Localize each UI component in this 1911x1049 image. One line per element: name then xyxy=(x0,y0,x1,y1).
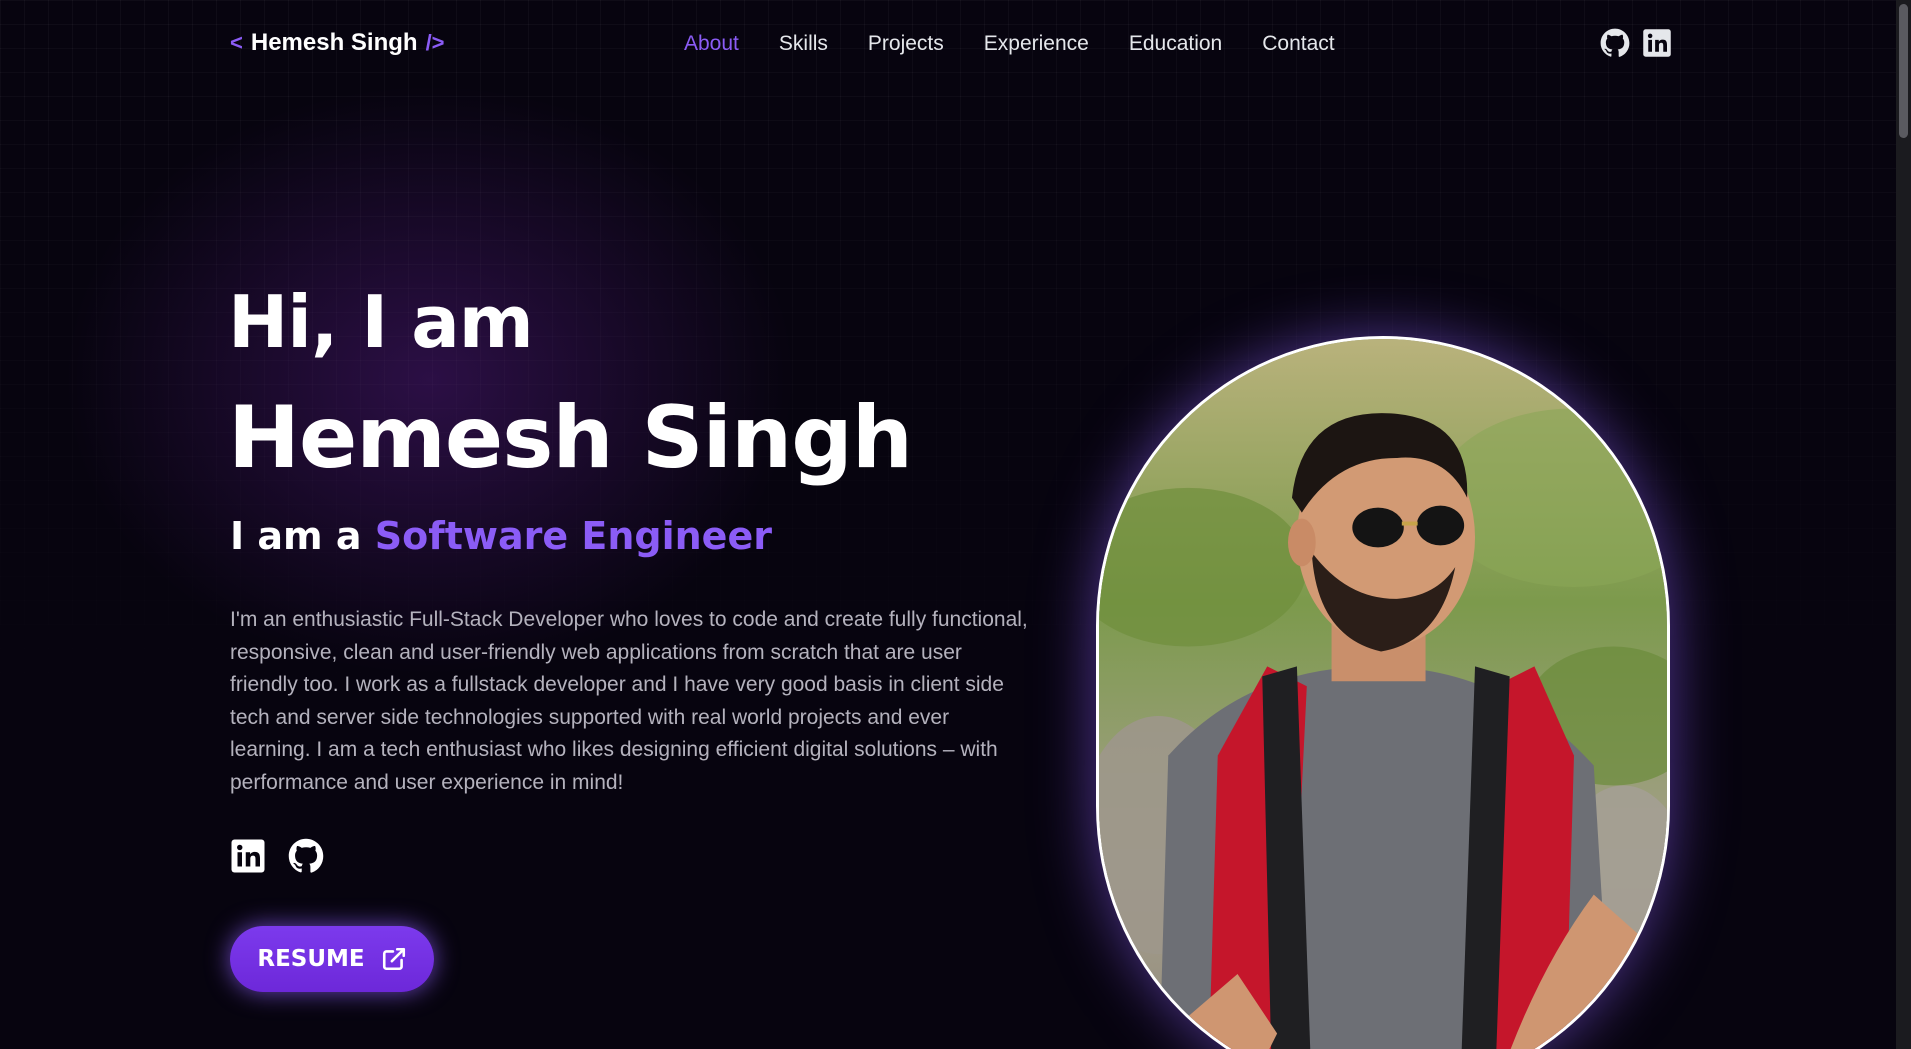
scrollbar-thumb[interactable] xyxy=(1899,4,1908,138)
hero-role-line: I am a Software Engineer xyxy=(230,514,772,558)
hero-greeting: Hi, I am xyxy=(228,280,534,364)
logo-open-bracket: < xyxy=(230,30,243,55)
site-logo[interactable]: < Hemesh Singh /> xyxy=(230,26,445,60)
nav-education[interactable]: Education xyxy=(1129,32,1222,56)
linkedin-icon[interactable] xyxy=(230,838,266,874)
external-link-icon xyxy=(382,947,405,971)
role-prefix: I am a xyxy=(230,514,362,558)
profile-photo xyxy=(1096,336,1670,1049)
header-social-links xyxy=(1600,28,1672,58)
nav-experience[interactable]: Experience xyxy=(984,32,1089,56)
nav-projects[interactable]: Projects xyxy=(868,32,944,56)
top-navbar: < Hemesh Singh /> About Skills Projects … xyxy=(0,0,1896,88)
nav-about[interactable]: About xyxy=(684,32,739,56)
nav-contact[interactable]: Contact xyxy=(1262,32,1334,56)
nav-skills[interactable]: Skills xyxy=(779,32,828,56)
main-nav: About Skills Projects Experience Educati… xyxy=(684,28,1375,60)
hero-name: Hemesh Singh xyxy=(228,388,913,488)
page-scrollbar[interactable] xyxy=(1896,0,1911,1049)
github-icon[interactable] xyxy=(288,838,324,874)
resume-label: RESUME xyxy=(257,946,365,972)
hero-bio: I'm an enthusiastic Full-Stack Developer… xyxy=(230,608,1028,794)
github-icon[interactable] xyxy=(1600,28,1630,58)
page: < Hemesh Singh /> About Skills Projects … xyxy=(0,0,1911,1049)
logo-close-bracket: /> xyxy=(425,30,445,55)
linkedin-icon[interactable] xyxy=(1642,28,1672,58)
logo-text: Hemesh Singh xyxy=(250,29,418,56)
role-title: Software Engineer xyxy=(374,514,772,558)
profile-photo-illustration xyxy=(1099,339,1667,1049)
hero-social-links xyxy=(230,838,324,874)
resume-button[interactable]: RESUME xyxy=(230,926,434,992)
